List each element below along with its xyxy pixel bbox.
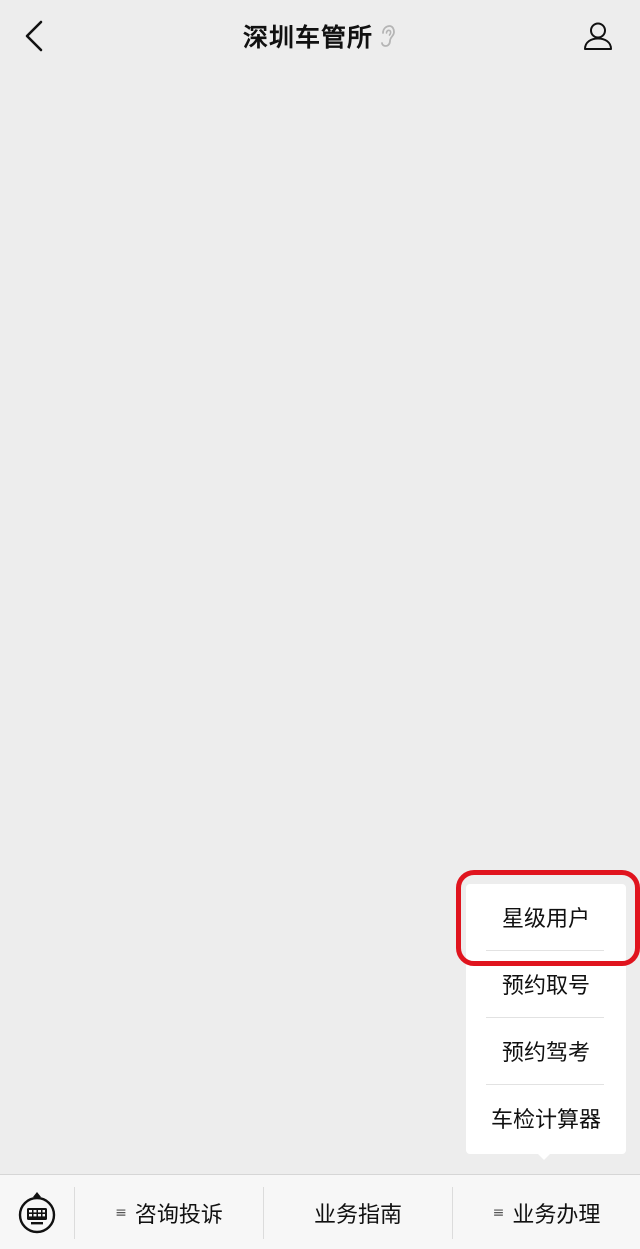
submenu-item-inspection-calculator[interactable]: 车检计算器 <box>466 1085 626 1151</box>
chat-page: 深圳车管所 星级用户 预约取号 预约驾考 车检计算器 ≡ 咨询投诉 业务指南 ≡… <box>0 0 640 1249</box>
ear-icon <box>379 24 397 48</box>
submenu-pointer <box>536 1152 552 1160</box>
submenu-indicator-icon: ≡ <box>492 1204 505 1221</box>
submenu-popup: 星级用户 预约取号 预约驾考 车检计算器 <box>466 884 626 1154</box>
menu-consult-complaint[interactable]: ≡ 咨询投诉 <box>75 1175 263 1249</box>
page-title: 深圳车管所 <box>242 23 373 52</box>
title-group: 深圳车管所 <box>0 14 640 58</box>
keyboard-icon <box>18 1191 56 1233</box>
submenu-item-label: 预约驾考 <box>501 1041 590 1066</box>
profile-button[interactable] <box>576 14 620 58</box>
header-bar: 深圳车管所 <box>0 0 640 72</box>
bottom-menu-bar: ≡ 咨询投诉 业务指南 ≡ 业务办理 <box>0 1174 640 1249</box>
user-icon <box>584 22 612 50</box>
menu-label: 咨询投诉 <box>134 1202 223 1228</box>
submenu-item-driving-test[interactable]: 预约驾考 <box>466 1018 626 1084</box>
submenu-item-label: 星级用户 <box>501 907 590 932</box>
submenu-item-label: 预约取号 <box>501 974 590 999</box>
submenu-indicator-icon: ≡ <box>115 1204 127 1221</box>
menu-label: 业务指南 <box>313 1202 402 1228</box>
menu-business-handling[interactable]: ≡ 业务办理 <box>453 1175 640 1249</box>
submenu-item-queue-number[interactable]: 预约取号 <box>466 951 626 1017</box>
submenu-item-label: 车检计算器 <box>490 1108 601 1133</box>
menu-label: 业务办理 <box>512 1202 601 1228</box>
submenu-item-star-user[interactable]: 星级用户 <box>466 884 626 950</box>
menu-business-guide[interactable]: 业务指南 <box>264 1175 452 1249</box>
keyboard-toggle-button[interactable] <box>0 1175 74 1249</box>
